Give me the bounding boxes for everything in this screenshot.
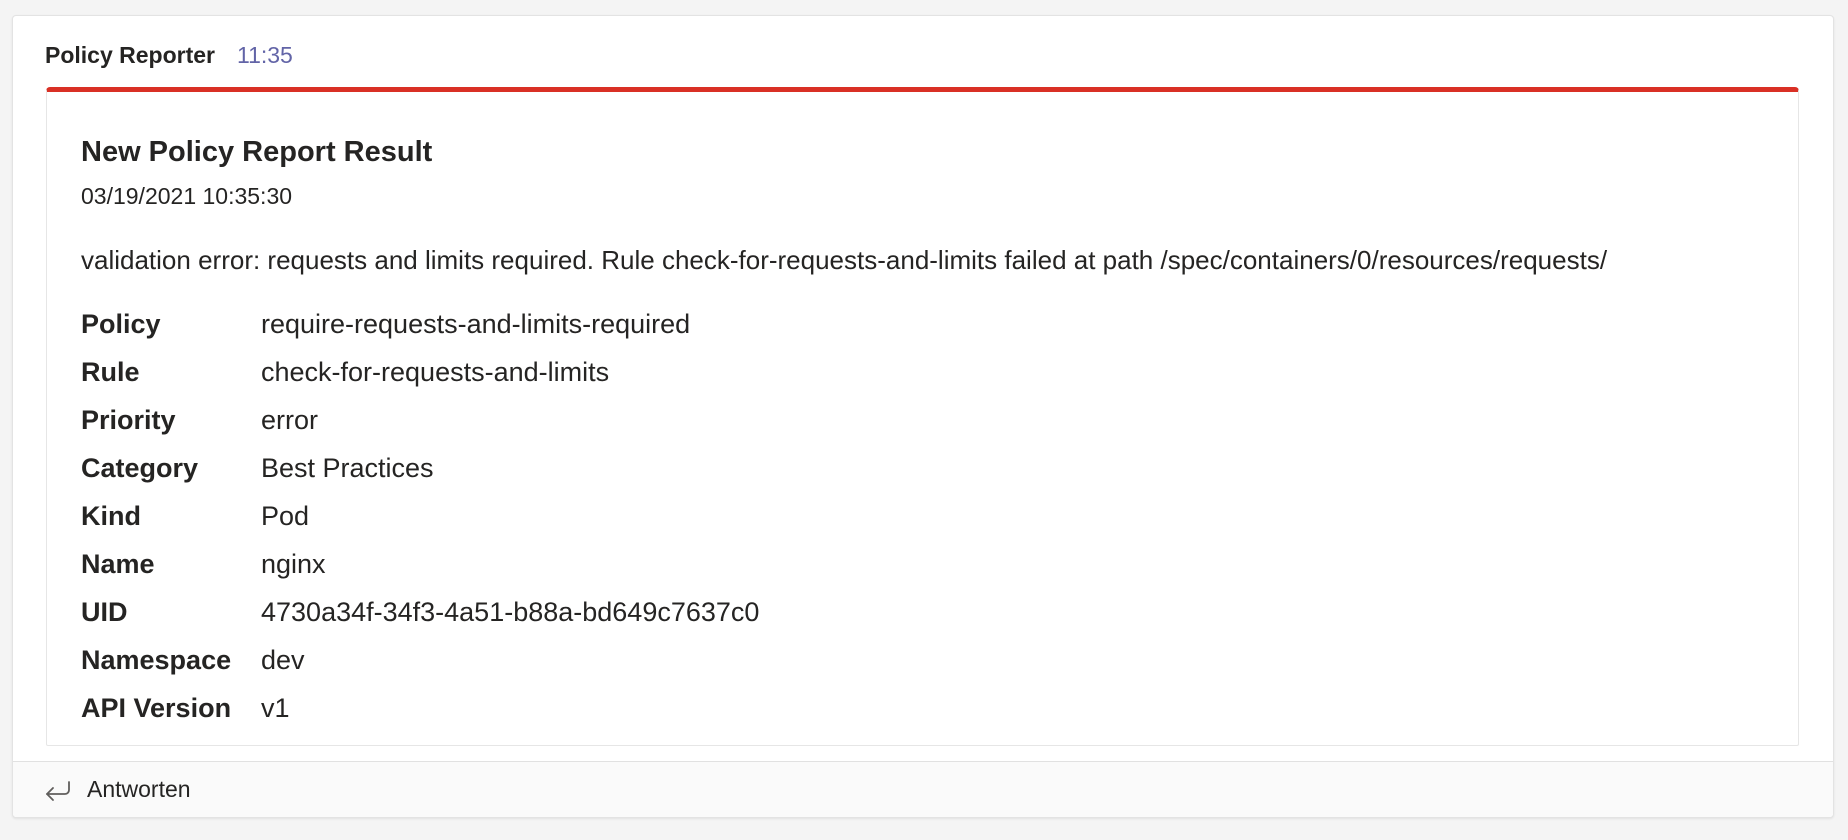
fact-row-policy: Policy require-requests-and-limits-requi… xyxy=(81,300,759,348)
reply-arrow-icon xyxy=(43,779,73,805)
fact-row-namespace: Namespace dev xyxy=(81,636,759,684)
fact-label: Name xyxy=(81,548,155,579)
fact-row-priority: Priority error xyxy=(81,396,759,444)
card-date: 03/19/2021 10:35:30 xyxy=(81,183,293,209)
fact-label: API Version xyxy=(81,692,232,723)
fact-row-uid: UID 4730a34f-34f3-4a51-b88a-bd649c7637c0 xyxy=(81,588,759,636)
reply-label: Antworten xyxy=(87,776,191,802)
fact-row-category: Category Best Practices xyxy=(81,444,759,492)
fact-value: v1 xyxy=(261,692,290,723)
policy-report-card: New Policy Report Result 03/19/2021 10:3… xyxy=(46,87,1799,746)
message-header: Policy Reporter 11:35 xyxy=(45,42,293,69)
fact-label: Kind xyxy=(81,500,141,531)
fact-label: Priority xyxy=(81,404,176,435)
fact-value: nginx xyxy=(261,548,326,579)
fact-label: Category xyxy=(81,452,199,483)
fact-value: error xyxy=(261,404,319,435)
fact-row-kind: Kind Pod xyxy=(81,492,759,540)
fact-row-name: Name nginx xyxy=(81,540,759,588)
fact-value: Best Practices xyxy=(261,452,434,483)
fact-label: Rule xyxy=(81,356,140,387)
reply-button[interactable]: Antworten xyxy=(13,761,1833,817)
fact-value: check-for-requests-and-limits xyxy=(261,356,610,387)
fact-value: require-requests-and-limits-required xyxy=(261,308,691,339)
fact-row-rule: Rule check-for-requests-and-limits xyxy=(81,348,759,396)
fact-value: 4730a34f-34f3-4a51-b88a-bd649c7637c0 xyxy=(261,596,760,627)
sender-name[interactable]: Policy Reporter xyxy=(45,42,215,69)
card-title: New Policy Report Result xyxy=(81,136,433,168)
fact-value: Pod xyxy=(261,500,310,531)
card-message: validation error: requests and limits re… xyxy=(81,245,1608,275)
message-timestamp: 11:35 xyxy=(237,42,293,68)
fact-set: Policy require-requests-and-limits-requi… xyxy=(81,300,759,732)
fact-label: Policy xyxy=(81,308,161,339)
fact-label: UID xyxy=(81,596,128,627)
fact-row-api-version: API Version v1 xyxy=(81,684,759,732)
fact-value: dev xyxy=(261,644,305,675)
fact-label: Namespace xyxy=(81,644,232,675)
chat-message: Policy Reporter 11:35 New Policy Report … xyxy=(12,15,1834,818)
